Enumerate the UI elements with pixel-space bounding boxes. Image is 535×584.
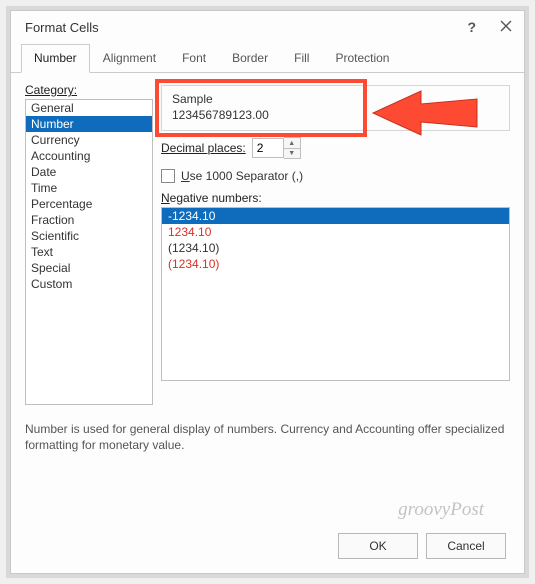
tab-alignment[interactable]: Alignment	[90, 44, 169, 73]
list-item[interactable]: Custom	[26, 276, 152, 292]
tab-protection[interactable]: Protection	[322, 44, 402, 73]
tab-border[interactable]: Border	[219, 44, 281, 73]
negative-listbox[interactable]: -1234.10 1234.10 (1234.10) (1234.10)	[161, 207, 510, 381]
list-item[interactable]: Currency	[26, 132, 152, 148]
sample-box: Sample 123456789123.00	[161, 85, 510, 131]
decimal-input[interactable]	[252, 138, 284, 158]
list-item[interactable]: (1234.10)	[162, 256, 509, 272]
spinner-up-icon[interactable]: ▲	[284, 138, 300, 148]
list-item[interactable]: Fraction	[26, 212, 152, 228]
list-item[interactable]: Percentage	[26, 196, 152, 212]
tab-number[interactable]: Number	[21, 44, 90, 73]
close-icon[interactable]	[500, 20, 512, 34]
list-item[interactable]: 1234.10	[162, 224, 509, 240]
list-item[interactable]: Number	[26, 116, 152, 132]
list-item[interactable]: Date	[26, 164, 152, 180]
list-item[interactable]: General	[26, 100, 152, 116]
tab-font[interactable]: Font	[169, 44, 219, 73]
decimal-spinner[interactable]: ▲ ▼	[252, 137, 301, 159]
list-item[interactable]: Accounting	[26, 148, 152, 164]
list-item[interactable]: Scientific	[26, 228, 152, 244]
description-text: Number is used for general display of nu…	[11, 411, 524, 513]
sample-label: Sample	[172, 92, 499, 106]
list-item[interactable]: -1234.10	[162, 208, 509, 224]
help-icon[interactable]: ?	[467, 19, 476, 35]
format-cells-dialog: Format Cells ? Number Alignment Font Bor…	[10, 10, 525, 574]
dialog-title: Format Cells	[25, 20, 99, 35]
cancel-button[interactable]: Cancel	[426, 533, 506, 559]
list-item[interactable]: Time	[26, 180, 152, 196]
list-item[interactable]: Text	[26, 244, 152, 260]
decimal-label: Decimal places:	[161, 141, 246, 155]
use-separator-checkbox[interactable]: UUse 1000 Separator (,)se 1000 Separator…	[161, 169, 510, 183]
tabs: Number Alignment Font Border Fill Protec…	[11, 43, 524, 73]
list-item[interactable]: Special	[26, 260, 152, 276]
tab-fill[interactable]: Fill	[281, 44, 322, 73]
titlebar: Format Cells ?	[11, 11, 524, 39]
list-item[interactable]: (1234.10)	[162, 240, 509, 256]
negative-label: Negative numbers:	[161, 191, 510, 205]
ok-button[interactable]: OK	[338, 533, 418, 559]
checkbox-icon[interactable]	[161, 169, 175, 183]
separator-label: UUse 1000 Separator (,)se 1000 Separator…	[181, 169, 303, 183]
spinner-down-icon[interactable]: ▼	[284, 148, 300, 158]
sample-value: 123456789123.00	[172, 108, 499, 122]
category-listbox[interactable]: General Number Currency Accounting Date …	[25, 99, 153, 405]
